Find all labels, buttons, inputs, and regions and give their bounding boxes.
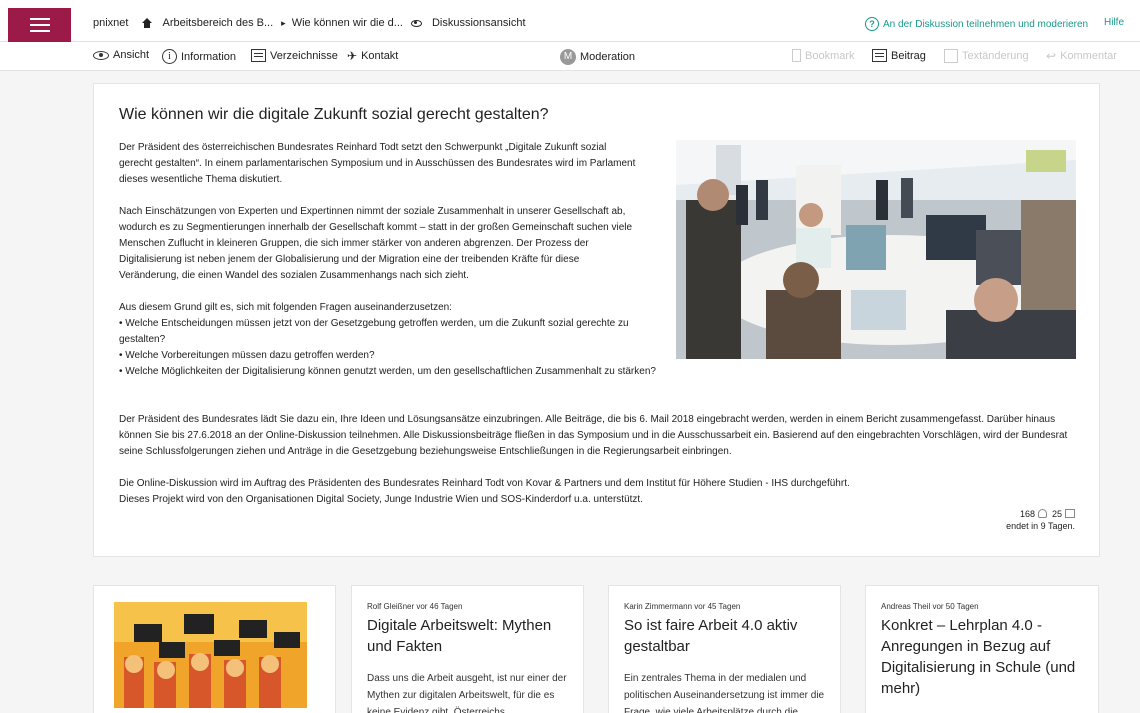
beitrag-label: Beitrag xyxy=(891,49,926,62)
hamburger-icon xyxy=(29,18,50,32)
laptop-illustration xyxy=(114,602,307,708)
verzeichnisse-button[interactable]: Verzeichnisse xyxy=(251,49,338,62)
participants-count: 168 xyxy=(1019,509,1035,519)
question-item: • Welche Vorbereitungen müssen dazu getr… xyxy=(119,350,375,361)
help-link[interactable]: Hilfe xyxy=(1104,17,1124,28)
post-excerpt: Dass uns die Arbeit ausgeht, ist nur ein… xyxy=(367,673,567,713)
question-icon: ? xyxy=(865,17,879,31)
kommentar-label: Kommentar xyxy=(1060,50,1117,62)
view-icon xyxy=(410,19,422,27)
kontakt-label: Kontakt xyxy=(361,50,399,62)
post-card[interactable]: Andreas Theil vor 50 Tagen Konkret – Leh… xyxy=(865,585,1099,713)
post-title[interactable]: So ist faire Arbeit 4.0 aktiv gestaltbar xyxy=(624,615,824,657)
intro-paragraph: Der Präsident des österreichischen Bunde… xyxy=(119,142,636,185)
top-bar: pnixnet Arbeitsbereich des B... ▸ Wie kö… xyxy=(0,0,1140,42)
credits-line: Die Online-Diskussion wird im Auftrag de… xyxy=(119,478,850,489)
bookmark-label: Bookmark xyxy=(805,49,855,62)
toolbar: Ansicht i Information Verzeichnisse ✈ Ko… xyxy=(0,42,1140,71)
post-card[interactable]: Karin Zimmermann vor 45 Tagen So ist fai… xyxy=(608,585,841,713)
breadcrumb-site[interactable]: pnixnet xyxy=(93,17,128,29)
beitrag-button[interactable]: Beitrag xyxy=(872,49,926,62)
text-edit-icon xyxy=(944,49,958,63)
questions-block: Aus diesem Grund gilt es, sich mit folge… xyxy=(119,300,659,380)
ansicht-label: Ansicht xyxy=(113,49,150,61)
post-meta: Rolf Gleißner vor 46 Tagen xyxy=(367,602,463,611)
post-icon xyxy=(872,49,887,62)
ends-label: endet in 9 Tagen. xyxy=(1006,521,1075,531)
post-excerpt: Ein zentrales Thema in der medialen und … xyxy=(624,673,825,713)
chevron-right-icon: ▸ xyxy=(281,17,286,28)
invitation-paragraph: Der Präsident des Bundesrates lädt Sie d… xyxy=(119,414,1068,457)
post-title[interactable]: Digitale Arbeitswelt: Mythen und Fakten xyxy=(367,615,567,657)
moderation-icon: M xyxy=(560,49,576,65)
kommentar-button[interactable]: ↩ Kommentar xyxy=(1046,49,1117,63)
post-meta: Andreas Theil vor 50 Tagen xyxy=(881,602,979,611)
breadcrumb-view[interactable]: Diskussionsansicht xyxy=(432,17,526,29)
post-title[interactable]: Konkret – Lehrplan 4.0 - Anregungen in B… xyxy=(881,615,1086,699)
join-discussion-label: An der Diskussion teilnehmen und moderie… xyxy=(883,18,1089,30)
ansicht-button[interactable]: Ansicht xyxy=(93,49,149,61)
home-icon xyxy=(142,18,153,28)
breadcrumb-discussion[interactable]: Wie können wir die d... xyxy=(292,17,403,29)
question-item: • Welche Entscheidungen müssen jetzt von… xyxy=(119,318,629,345)
textaenderung-button[interactable]: Textänderung xyxy=(944,49,1029,63)
breadcrumb: pnixnet Arbeitsbereich des B... ▸ Wie kö… xyxy=(93,17,526,29)
credits-paragraph: Die Online-Diskussion wird im Auftrag de… xyxy=(119,476,1069,508)
posts-count: 25 xyxy=(1051,509,1062,519)
verzeichnisse-label: Verzeichnisse xyxy=(270,49,338,62)
moderation-label: Moderation xyxy=(580,51,636,63)
post-icon xyxy=(1065,509,1075,518)
textaenderung-label: Textänderung xyxy=(962,50,1029,62)
information-button[interactable]: i Information xyxy=(162,49,236,64)
image-card[interactable] xyxy=(93,585,336,713)
join-discussion-link[interactable]: ? An der Diskussion teilnehmen und moder… xyxy=(865,17,1088,31)
reply-icon: ↩ xyxy=(1046,49,1057,63)
info-icon: i xyxy=(162,49,177,64)
send-icon: ✈ xyxy=(347,49,358,63)
bookmark-icon xyxy=(792,49,801,62)
questions-intro: Aus diesem Grund gilt es, sich mit folge… xyxy=(119,302,452,313)
kontakt-button[interactable]: ✈ Kontakt xyxy=(347,49,398,63)
discussion-stats: 168 25 endet in 9 Tagen. xyxy=(1006,508,1075,532)
person-icon xyxy=(1037,509,1047,518)
post-card[interactable]: Rolf Gleißner vor 46 Tagen Digitale Arbe… xyxy=(351,585,584,713)
moderation-button[interactable]: M Moderation xyxy=(560,49,635,65)
list-icon xyxy=(251,49,266,62)
eye-icon xyxy=(93,50,109,60)
page-title: Wie können wir die digitale Zukunft sozi… xyxy=(119,106,549,123)
supporters-line: Dieses Projekt wird von den Organisation… xyxy=(119,494,643,505)
menu-button[interactable] xyxy=(8,8,71,42)
breadcrumb-workspace[interactable]: Arbeitsbereich des B... xyxy=(162,17,273,29)
discussion-card: Wie können wir die digitale Zukunft sozi… xyxy=(93,83,1100,557)
symposium-photo xyxy=(676,140,1076,359)
context-paragraph: Nach Einschätzungen von Experten und Exp… xyxy=(119,206,633,281)
bookmark-button[interactable]: Bookmark xyxy=(792,49,855,62)
information-label: Information xyxy=(181,50,237,63)
post-meta: Karin Zimmermann vor 45 Tagen xyxy=(624,602,741,611)
question-item: • Welche Möglichkeiten der Digitalisieru… xyxy=(119,366,656,377)
